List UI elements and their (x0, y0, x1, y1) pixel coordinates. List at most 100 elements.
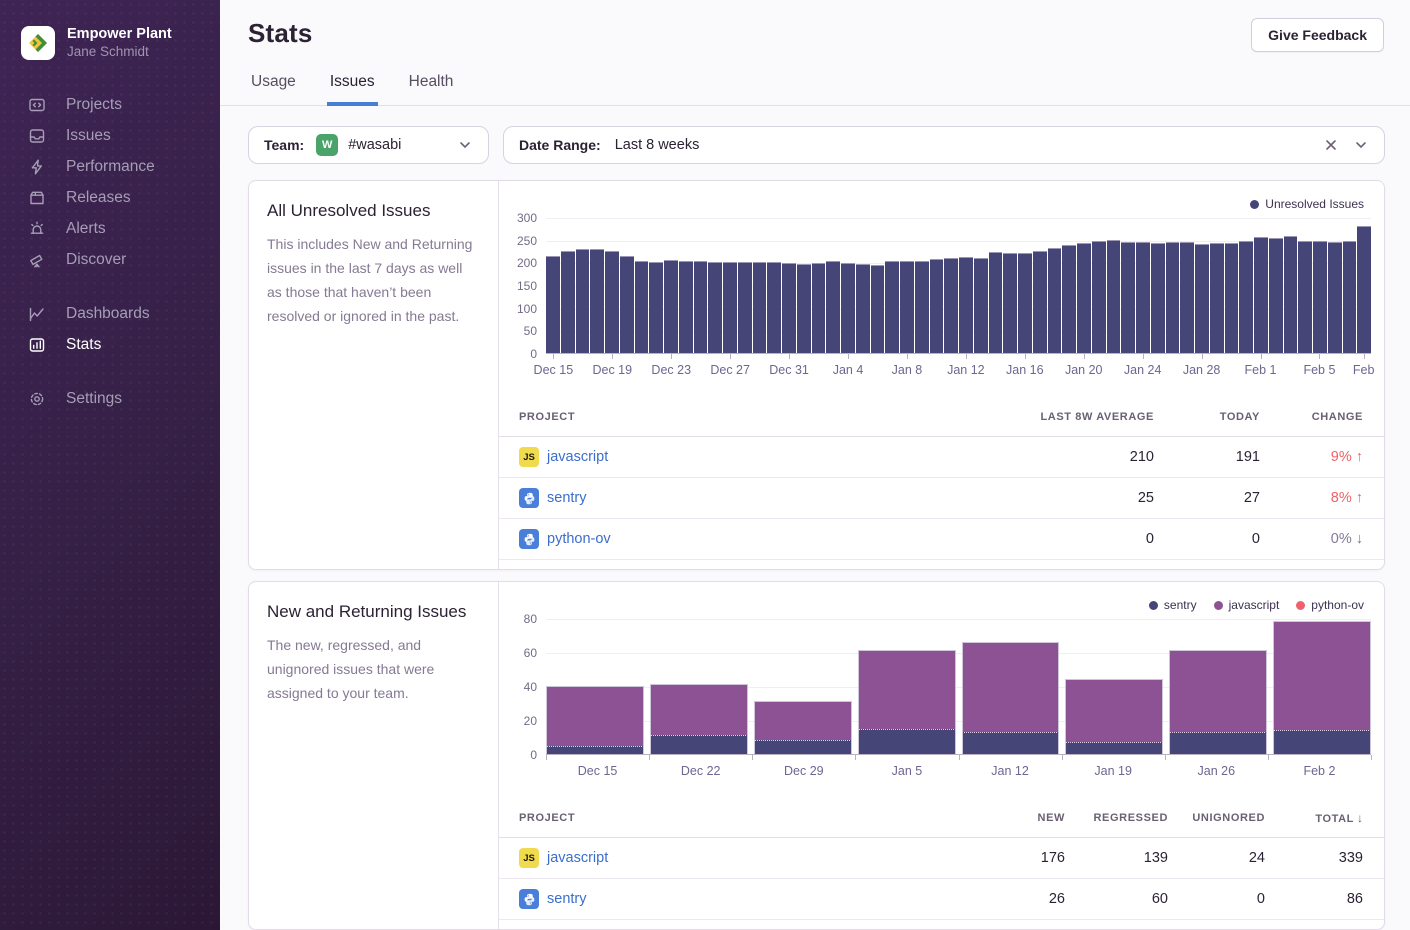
tab-usage[interactable]: Usage (248, 73, 299, 106)
sidebar-item-performance[interactable]: Performance (0, 151, 220, 182)
table-row-sentry: sentry25278% ↑ (499, 478, 1384, 519)
sidebar: Empower Plant Jane Schmidt ProjectsIssue… (0, 0, 220, 930)
close-icon[interactable] (1323, 137, 1339, 153)
unresolved-bar (959, 257, 973, 353)
unresolved-bar (1239, 241, 1253, 353)
unresolved-bar (694, 261, 708, 353)
project-link-sentry[interactable]: sentry (547, 490, 587, 506)
bar-segment-javascript (858, 650, 956, 728)
chart-legend: Unresolved Issues (1250, 197, 1364, 211)
unresolved-bar (546, 256, 560, 353)
new-returning-issues-table: PROJECTNEWREGRESSEDUNIGNOREDTOTAL↓JSjava… (499, 798, 1384, 920)
legend-item-javascript[interactable]: javascript (1214, 598, 1280, 612)
project-cell: JSjavascript (519, 447, 944, 467)
bar-segment-sentry (754, 740, 852, 754)
tab-health[interactable]: Health (406, 73, 457, 106)
y-tick-label: 250 (517, 234, 537, 248)
panel-title: New and Returning Issues (267, 602, 480, 622)
legend-item-python-ov[interactable]: python-ov (1296, 598, 1364, 612)
unresolved-bar (1077, 243, 1091, 353)
sidebar-item-issues[interactable]: Issues (0, 120, 220, 151)
chevron-down-icon[interactable] (457, 137, 473, 153)
unresolved-bar (1343, 241, 1357, 353)
org-switcher[interactable]: Empower Plant Jane Schmidt (0, 0, 220, 60)
sidebar-item-settings[interactable]: Settings (0, 383, 220, 414)
sidebar-nav-group: DashboardsStats (0, 298, 220, 360)
x-tick-label: Jan 4 (833, 363, 864, 377)
unresolved-bar (767, 262, 781, 353)
x-tick (1364, 354, 1365, 359)
new-returning-issues-chart: 020406080 (499, 619, 1371, 755)
project-cell: sentry (519, 889, 965, 909)
project-link-javascript[interactable]: javascript (547, 449, 608, 465)
sidebar-item-releases[interactable]: Releases (0, 182, 220, 213)
stacked-bar (1273, 621, 1371, 754)
panel-chart-area: Unresolved Issues 050100150200250300 Dec… (499, 181, 1384, 569)
x-tick (1202, 354, 1203, 359)
tab-issues[interactable]: Issues (327, 73, 378, 106)
sidebar-item-label: Alerts (66, 220, 106, 238)
legend-item-sentry[interactable]: sentry (1149, 598, 1197, 612)
give-feedback-button[interactable]: Give Feedback (1251, 18, 1384, 52)
column-header-total[interactable]: TOTAL↓ (1265, 811, 1363, 825)
x-tick-label: Jan 8 (892, 363, 923, 377)
panel-subtitle: The new, regressed, and unignored issues… (267, 633, 480, 705)
table-header-row: PROJECTLAST 8W AVERAGETODAYCHANGE (499, 397, 1384, 437)
date-range-value: Last 8 weeks (615, 137, 700, 153)
page-header: Stats Give Feedback Usage Issues Health (220, 0, 1410, 106)
table-row-javascript: JSjavascript2101919% ↑ (499, 437, 1384, 478)
unresolved-bar (664, 260, 678, 353)
value-cell: 9% ↑ (1260, 449, 1363, 465)
chevron-down-icon[interactable] (1353, 137, 1369, 153)
x-tick-label: Jan 16 (1006, 363, 1044, 377)
panel-subtitle: This includes New and Returning issues i… (267, 232, 480, 328)
project-cell: sentry (519, 488, 944, 508)
unresolved-bar (856, 264, 870, 353)
value-cell: 0 (944, 531, 1154, 547)
sidebar-item-dashboards[interactable]: Dashboards (0, 298, 220, 329)
releases-icon (27, 188, 46, 207)
discover-icon (27, 250, 46, 269)
python-platform-icon (519, 529, 539, 549)
x-tick-label: Jan 28 (1183, 363, 1221, 377)
table-row-sentry: sentry2660086 (499, 879, 1384, 920)
sidebar-item-discover[interactable]: Discover (0, 244, 220, 275)
panel-description: All Unresolved Issues This includes New … (249, 181, 499, 569)
unresolved-bar (1166, 242, 1180, 353)
x-tick-label: Jan 19 (1094, 764, 1132, 778)
team-avatar: W (316, 134, 338, 156)
value-cell: 0% ↓ (1260, 531, 1363, 547)
bar-segment-sentry (1065, 742, 1163, 754)
unresolved-bar (1003, 253, 1017, 353)
unresolved-bar (1357, 226, 1371, 353)
x-tick (612, 354, 613, 359)
project-link-javascript[interactable]: javascript (547, 850, 608, 866)
project-link-python-ov[interactable]: python-ov (547, 531, 611, 547)
unresolved-bar (649, 262, 663, 353)
x-tick-label: Dec 31 (769, 363, 809, 377)
x-tick-label: Dec 15 (534, 363, 574, 377)
column-header-project: PROJECT (519, 411, 944, 423)
y-tick-label: 50 (524, 324, 537, 338)
y-tick-label: 60 (524, 646, 537, 660)
value-cell: 0 (1154, 531, 1260, 547)
date-range-select[interactable]: Date Range: Last 8 weeks (503, 126, 1385, 164)
sidebar-item-projects[interactable]: Projects (0, 89, 220, 120)
x-tick (966, 354, 967, 359)
tab-bar: Usage Issues Health (248, 73, 1384, 105)
chart-x-axis: Dec 15Dec 19Dec 23Dec 27Dec 31Jan 4Jan 8… (546, 354, 1371, 384)
legend-label: javascript (1229, 598, 1280, 612)
projects-icon (27, 95, 46, 114)
bar-series-unresolved (546, 218, 1371, 353)
unresolved-bar (1092, 241, 1106, 353)
value-cell: 176 (965, 850, 1065, 866)
legend-item-unresolved-issues[interactable]: Unresolved Issues (1250, 197, 1364, 211)
panel-chart-area: sentryjavascriptpython-ov 020406080 Dec … (499, 582, 1384, 929)
sidebar-item-stats[interactable]: Stats (0, 329, 220, 360)
team-select[interactable]: Team: W #wasabi (248, 126, 489, 164)
column-header-unignored: UNIGNORED (1168, 812, 1265, 824)
sidebar-item-alerts[interactable]: Alerts (0, 213, 220, 244)
x-tick-label: Jan 20 (1065, 363, 1103, 377)
project-link-sentry[interactable]: sentry (547, 891, 587, 907)
bar-segment-javascript (962, 642, 1060, 732)
